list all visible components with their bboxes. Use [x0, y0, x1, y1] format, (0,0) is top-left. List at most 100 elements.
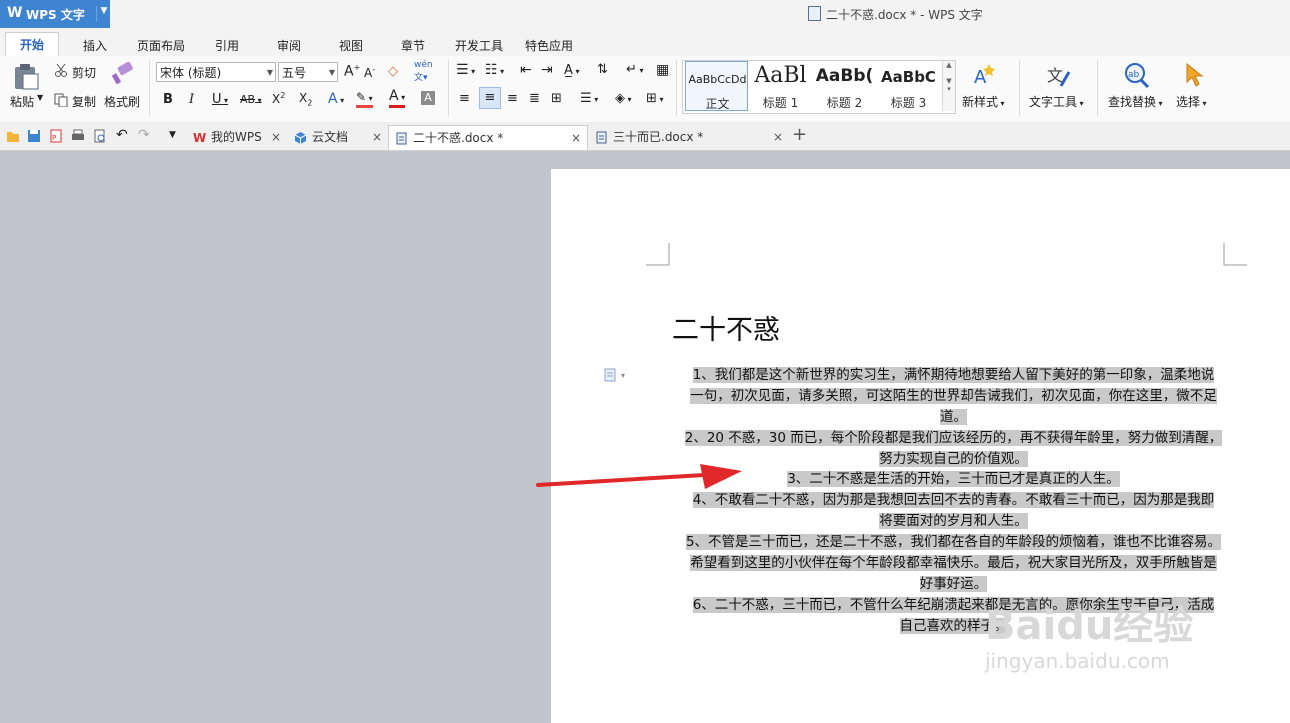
tab-label: 我的WPS: [211, 130, 262, 144]
watermark-brand: Baidu经验: [985, 603, 1194, 649]
margin-corner-mark: [646, 243, 670, 266]
tab-special[interactable]: 特色应用: [525, 37, 573, 54]
paragraph-3[interactable]: 3、二十不惑是生活的开始，三十而已才是真正的人生。: [683, 469, 1224, 490]
font-name-select[interactable]: 宋体 (标题) ▼: [156, 62, 276, 82]
style-heading-2[interactable]: AaBb( 标题 2: [813, 61, 876, 111]
select-button[interactable]: 选择 ▾: [1176, 93, 1207, 110]
paste-dropdown-icon[interactable]: ▼: [37, 93, 43, 102]
italic-icon[interactable]: I: [189, 92, 194, 107]
tab-page-layout[interactable]: 页面布局: [137, 37, 185, 54]
svg-text:▾: ▾: [621, 371, 625, 380]
tab-developer[interactable]: 开发工具: [455, 37, 503, 54]
format-painter-button[interactable]: 格式刷: [104, 93, 140, 110]
close-icon[interactable]: ×: [271, 125, 281, 150]
chevron-down-icon[interactable]: ▼: [96, 6, 111, 22]
align-right-icon[interactable]: ≡: [507, 91, 518, 106]
clear-format-icon[interactable]: ◇: [388, 64, 398, 79]
table-icon[interactable]: ▦: [656, 62, 669, 78]
underline-icon[interactable]: U ▾: [212, 92, 228, 107]
style-normal[interactable]: AaBbCcDd 正文: [685, 61, 748, 111]
print-icon[interactable]: [71, 129, 85, 143]
borders-icon[interactable]: ⊞ ▾: [646, 91, 663, 106]
close-icon[interactable]: ×: [773, 125, 783, 150]
paragraph-5[interactable]: 5、不管是三十而已，还是二十不惑，我们都在各自的年龄段的烦恼着，谁也不比谁容易。…: [683, 532, 1224, 594]
undo-icon[interactable]: ↶: [116, 127, 128, 143]
text-line: 5、不管是三十而已，还是二十不惑，我们都在各自的年龄段的烦恼着，谁也不比谁容易。: [685, 534, 1222, 550]
title-bar: W WPS 文字 ▼ 二十不惑.docx * - WPS 文字: [0, 0, 1290, 28]
sort-icon[interactable]: ⇅: [597, 62, 608, 77]
decrease-indent-icon[interactable]: ⇤: [520, 62, 532, 78]
tab-section[interactable]: 章节: [401, 37, 425, 54]
chinese-layout-icon[interactable]: A̲ ▾: [564, 63, 579, 78]
font-size-select[interactable]: 五号 ▼: [278, 62, 338, 82]
quick-access-dropdown-icon[interactable]: ▼: [169, 130, 176, 140]
tab-my-wps[interactable]: W 我的WPS ×: [187, 125, 287, 150]
save-icon[interactable]: [27, 129, 41, 143]
increase-indent-icon[interactable]: ⇥: [541, 62, 553, 78]
tab-review[interactable]: 审阅: [277, 37, 301, 54]
superscript-icon[interactable]: X2: [272, 91, 285, 106]
bold-icon[interactable]: B: [163, 92, 173, 107]
text-effect-icon[interactable]: A ▾: [328, 91, 344, 107]
text-tools-button[interactable]: 文字工具 ▾: [1029, 93, 1084, 110]
text-line: 努力实现自己的价值观。: [879, 450, 1028, 467]
paste-icon[interactable]: [12, 62, 40, 90]
print-preview-icon[interactable]: [93, 129, 107, 143]
grow-font-icon[interactable]: A+: [344, 63, 360, 80]
style-heading-1[interactable]: AaBl 标题 1: [749, 61, 812, 111]
wps-app-menu-button[interactable]: W WPS 文字 ▼: [0, 0, 110, 28]
text-tools-icon[interactable]: 文: [1045, 62, 1071, 88]
bullet-list-icon[interactable]: ☰ ▾: [456, 62, 475, 78]
styles-scrollbar[interactable]: ▲ ▼ ▾: [942, 61, 955, 111]
style-name: 标题 2: [826, 96, 863, 110]
copy-button[interactable]: 复制: [72, 93, 96, 110]
find-replace-icon[interactable]: ab: [1123, 61, 1151, 89]
pinyin-guide-icon[interactable]: wén 文▾: [414, 60, 433, 83]
paste-button[interactable]: 粘贴: [10, 93, 34, 110]
document-heading[interactable]: 二十不惑: [672, 308, 780, 347]
find-replace-label: 查找替换: [1108, 95, 1157, 109]
paragraph-4[interactable]: 4、不敢看二十不惑，因为那是我想回去回不去的青春。不敢看三十而已，因为那是我即 …: [683, 490, 1224, 532]
find-replace-button[interactable]: 查找替换 ▾: [1108, 93, 1163, 110]
tab-view[interactable]: 视图: [339, 37, 363, 54]
export-pdf-icon[interactable]: P: [49, 129, 63, 143]
subscript-icon[interactable]: X2: [299, 91, 312, 107]
select-cursor-icon[interactable]: [1183, 62, 1207, 88]
close-icon[interactable]: ×: [571, 126, 581, 151]
strikethrough-icon[interactable]: AB ▾: [240, 93, 262, 106]
new-style-icon[interactable]: A: [971, 62, 997, 88]
numbered-list-icon[interactable]: ☷ ▾: [485, 62, 504, 78]
close-icon[interactable]: ×: [372, 125, 382, 150]
justify-icon[interactable]: ≣: [529, 91, 540, 106]
paragraph-layout-icon[interactable]: ▾: [604, 368, 630, 382]
new-style-button[interactable]: 新样式 ▾: [962, 93, 1005, 110]
align-left-icon[interactable]: ≡: [459, 91, 470, 106]
shrink-font-icon[interactable]: A-: [364, 65, 375, 80]
cut-button[interactable]: 剪切: [72, 64, 96, 81]
copy-icon[interactable]: [54, 93, 68, 107]
tab-insert[interactable]: 插入: [83, 37, 107, 54]
style-heading-3[interactable]: AaBbC 标题 3: [877, 61, 940, 111]
paragraph-1[interactable]: 1、我们都是这个新世界的实习生，满怀期待地想要给人留下美好的第一印象，温柔地说 …: [683, 365, 1224, 427]
distributed-align-icon[interactable]: ⊞: [551, 91, 562, 106]
redo-icon[interactable]: ↷: [138, 127, 150, 143]
tab-document[interactable]: 三十而已.docx * ×: [589, 125, 789, 150]
highlight-color-icon[interactable]: ✎ ▾: [356, 91, 373, 108]
tab-references[interactable]: 引用: [215, 37, 239, 54]
tab-home[interactable]: 开始: [5, 32, 60, 57]
tab-cloud-docs[interactable]: 云文档 ×: [288, 125, 388, 150]
new-tab-plus-icon[interactable]: +: [792, 124, 807, 145]
tab-document-active[interactable]: 二十不惑.docx * ×: [388, 125, 588, 150]
show-marks-icon[interactable]: ↵ ▾: [626, 62, 643, 77]
paragraph-2[interactable]: 2、20 不惑，30 而已，每个阶段都是我们应该经历的，再不获得年龄里，努力做到…: [683, 428, 1224, 470]
format-painter-icon[interactable]: [110, 62, 134, 86]
menu-bar: 开始 插入 页面布局 引用 审阅 视图 章节 开发工具 特色应用: [0, 28, 1290, 57]
font-color-icon[interactable]: A ▾: [389, 89, 406, 108]
style-preview: AaBbC: [881, 68, 936, 86]
align-center-icon[interactable]: ≡: [479, 87, 501, 109]
scissors-icon[interactable]: [54, 63, 68, 77]
line-spacing-icon[interactable]: ☰ ▾: [580, 91, 598, 106]
character-shading-icon[interactable]: A: [421, 91, 435, 105]
paragraph-shading-icon[interactable]: ◈ ▾: [615, 91, 632, 106]
open-folder-icon[interactable]: [6, 129, 20, 143]
